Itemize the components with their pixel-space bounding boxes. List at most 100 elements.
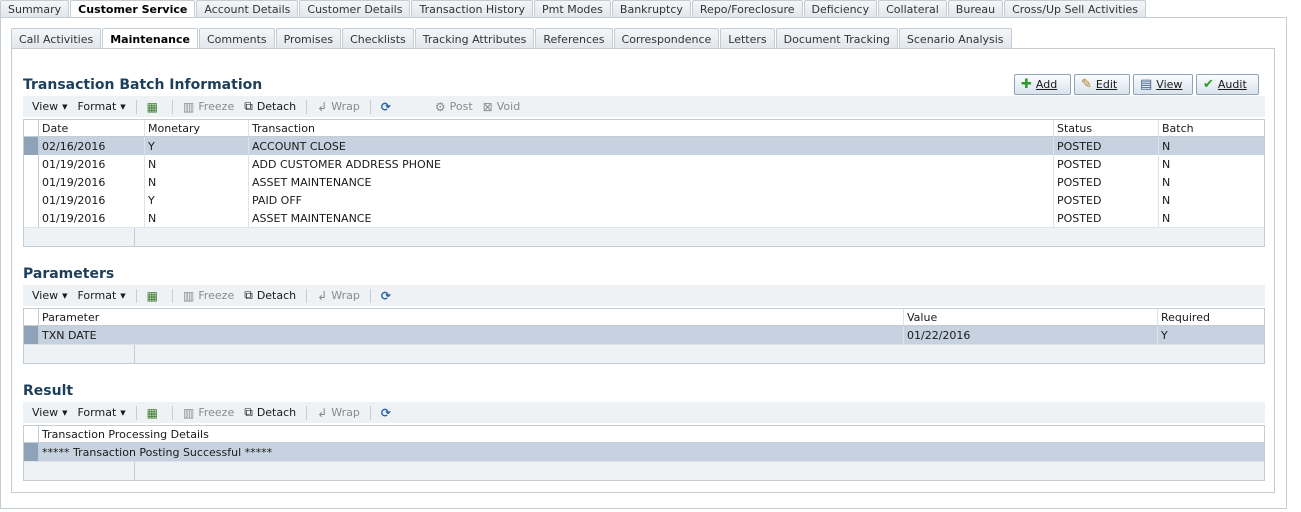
view-menu[interactable]: View ▼	[32, 100, 68, 113]
pencil-icon: ✎	[1081, 77, 1092, 92]
table-row[interactable]: 01/19/2016 N ADD CUSTOMER ADDRESS PHONE …	[24, 155, 1264, 173]
column-header-status[interactable]: Status	[1054, 120, 1159, 136]
caret-down-icon: ▼	[120, 291, 126, 300]
detach-button[interactable]: ⧉ Detach	[244, 288, 296, 303]
cell-processing-details: ***** Transaction Posting Successful ***…	[42, 445, 273, 459]
format-menu[interactable]: Format ▼	[78, 406, 126, 419]
toolbar-separator	[172, 288, 173, 303]
tab-collateral[interactable]: Collateral	[878, 0, 947, 18]
export-button[interactable]: ▦	[147, 406, 162, 420]
top-tab-bar: Summary Customer Service Account Details…	[0, 0, 1147, 18]
detach-label: Detach	[256, 406, 297, 419]
cell-status: POSTED	[1054, 137, 1159, 155]
cell-parameter: TXN DATE	[39, 326, 904, 344]
freeze-button[interactable]: ▥ Freeze	[183, 100, 234, 114]
cell-value: 01/22/2016	[904, 326, 1158, 344]
edit-button[interactable]: ✎ Edit	[1074, 74, 1130, 95]
cell-date: 01/19/2016	[39, 173, 145, 191]
detach-button[interactable]: ⧉ Detach	[244, 405, 296, 420]
cell-date: 01/19/2016	[39, 155, 145, 173]
refresh-icon: ⟳	[380, 405, 391, 420]
format-menu[interactable]: Format ▼	[78, 100, 126, 113]
add-button[interactable]: ✚ Add	[1014, 74, 1071, 95]
parameters-section-title: Parameters	[23, 266, 115, 282]
cell-monetary: Y	[145, 191, 249, 209]
cell-transaction: PAID OFF	[249, 191, 1054, 209]
audit-button[interactable]: ✔ Audit	[1196, 74, 1259, 95]
column-header-transaction-processing-details[interactable]: Transaction Processing Details	[39, 426, 1264, 442]
row-gutter	[24, 137, 39, 155]
table-row[interactable]: 01/19/2016 N ASSET MAINTENANCE POSTED N	[24, 173, 1264, 191]
tab-checklists[interactable]: Checklists	[342, 28, 414, 49]
tab-comments[interactable]: Comments	[198, 28, 275, 49]
table-row[interactable]: 02/16/2016 Y ACCOUNT CLOSE POSTED N	[24, 137, 1264, 155]
tab-references[interactable]: References	[535, 28, 613, 49]
wrap-button[interactable]: ↲ Wrap	[317, 100, 360, 114]
tab-pmt-modes[interactable]: Pmt Modes	[534, 0, 611, 18]
caret-down-icon: ▼	[120, 102, 126, 111]
tab-transaction-history[interactable]: Transaction History	[411, 0, 534, 18]
table-row[interactable]: ***** Transaction Posting Successful ***…	[24, 443, 1264, 461]
wrap-button[interactable]: ↲ Wrap	[317, 406, 360, 420]
parameters-toolbar: View ▼ Format ▼ ▦ ▥ Freeze ⧉ Detach ↲ Wrap ⟳	[23, 285, 1265, 306]
freeze-label: Freeze	[198, 406, 235, 419]
refresh-button[interactable]: ⟳	[381, 406, 395, 420]
view-button[interactable]: ▤ View	[1133, 74, 1193, 95]
view-menu[interactable]: View ▼	[32, 406, 68, 419]
cell-batch: N	[1162, 175, 1171, 189]
freeze-icon: ▥	[183, 288, 195, 303]
tab-summary[interactable]: Summary	[0, 0, 70, 18]
wrap-button[interactable]: ↲ Wrap	[317, 289, 360, 303]
detach-button[interactable]: ⧉ Detach	[244, 99, 296, 114]
detach-icon: ⧉	[244, 288, 253, 302]
column-header-value[interactable]: Value	[904, 309, 1158, 325]
export-button[interactable]: ▦	[147, 100, 162, 114]
freeze-icon: ▥	[183, 99, 195, 114]
batch-toolbar: View ▼ Format ▼ ▦ ▥ Freeze ⧉ Detach ↲ Wrap ⟳ …	[23, 96, 1265, 117]
tab-promises[interactable]: Promises	[275, 28, 342, 49]
freeze-button[interactable]: ▥ Freeze	[183, 289, 234, 303]
tab-repo-foreclosure[interactable]: Repo/Foreclosure	[691, 0, 803, 18]
table-row[interactable]: TXN DATE 01/22/2016 Y	[24, 326, 1264, 344]
column-header-date[interactable]: Date	[39, 120, 145, 136]
void-button[interactable]: ⊠ Void	[483, 100, 521, 114]
format-menu-label: Format	[77, 100, 117, 113]
table-row[interactable]: 01/19/2016 Y PAID OFF POSTED N	[24, 191, 1264, 209]
tab-account-details[interactable]: Account Details	[196, 0, 299, 18]
tab-cross-up-sell[interactable]: Cross/Up Sell Activities	[1004, 0, 1147, 18]
cell-monetary: Y	[145, 137, 249, 155]
view-menu[interactable]: View ▼	[32, 289, 68, 302]
table-row[interactable]: 01/19/2016 N ASSET MAINTENANCE POSTED N	[24, 209, 1264, 227]
add-label: Add	[1035, 78, 1058, 91]
row-gutter	[24, 309, 39, 325]
refresh-button[interactable]: ⟳	[381, 289, 395, 303]
column-header-required[interactable]: Required	[1158, 309, 1264, 325]
plus-icon: ✚	[1021, 77, 1032, 92]
cell-status: POSTED	[1054, 191, 1159, 209]
tab-deficiency[interactable]: Deficiency	[803, 0, 878, 18]
tab-maintenance[interactable]: Maintenance	[102, 28, 198, 49]
table-footer	[24, 227, 1264, 246]
tab-call-activities[interactable]: Call Activities	[11, 28, 102, 49]
tab-correspondence[interactable]: Correspondence	[613, 28, 720, 49]
tab-customer-service[interactable]: Customer Service	[70, 0, 196, 18]
post-button[interactable]: ⚙ Post	[435, 100, 473, 114]
column-header-monetary[interactable]: Monetary	[145, 120, 249, 136]
tab-customer-details[interactable]: Customer Details	[299, 0, 411, 18]
cell-transaction: ASSET MAINTENANCE	[249, 209, 1054, 227]
column-header-parameter[interactable]: Parameter	[39, 309, 904, 325]
column-header-transaction[interactable]: Transaction	[249, 120, 1054, 136]
cell-date: 01/19/2016	[39, 191, 145, 209]
tab-document-tracking[interactable]: Document Tracking	[775, 28, 898, 49]
freeze-button[interactable]: ▥ Freeze	[183, 406, 234, 420]
tab-bureau[interactable]: Bureau	[947, 0, 1004, 18]
export-button[interactable]: ▦	[147, 289, 162, 303]
tab-tracking-attributes[interactable]: Tracking Attributes	[414, 28, 535, 49]
document-icon: ▤	[1140, 77, 1153, 92]
format-menu[interactable]: Format ▼	[78, 289, 126, 302]
tab-letters[interactable]: Letters	[720, 28, 775, 49]
column-header-batch[interactable]: Batch	[1159, 120, 1263, 136]
tab-bankruptcy[interactable]: Bankruptcy	[611, 0, 691, 18]
refresh-button[interactable]: ⟳	[381, 100, 395, 114]
tab-scenario-analysis[interactable]: Scenario Analysis	[898, 28, 1012, 49]
